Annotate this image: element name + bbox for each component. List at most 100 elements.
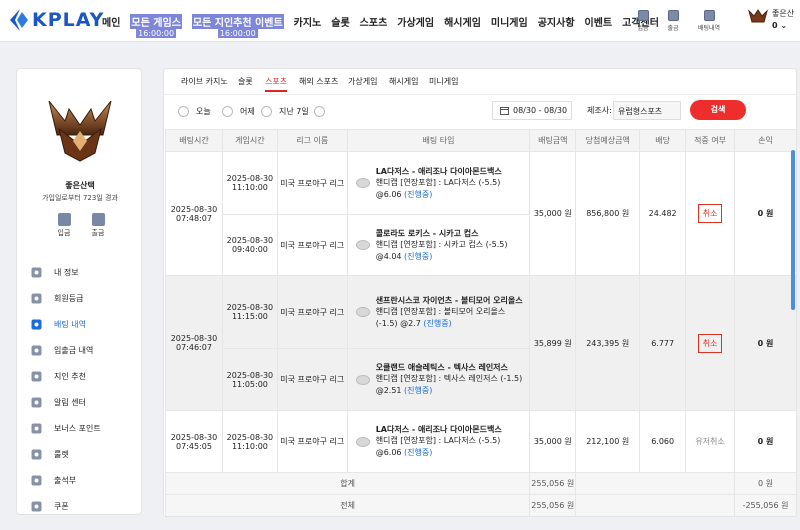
- attendance-icon: [31, 475, 42, 486]
- game-time: 2025-08-30 11:10:00: [221, 410, 278, 473]
- sidebar-item-3[interactable]: 입출금 내역: [31, 337, 101, 363]
- game-time: 2025-08-30 11:15:00: [221, 275, 278, 349]
- league-name: 미국 프로야구 리그: [276, 348, 348, 411]
- nav-item-9[interactable]: 공지사항: [538, 14, 575, 29]
- withdraw-label: 출금: [667, 25, 679, 32]
- total-profit: -255,056 원: [734, 494, 796, 516]
- hit-status: 취소: [685, 275, 736, 411]
- coupon-icon: [31, 501, 42, 512]
- column-header: 배팅시간: [165, 129, 223, 152]
- sidebar-menu: 내 정보 회원등급 배팅 내역입출금 내역지인 추천알림 센터 보너스 포인트룰렛출석…: [31, 259, 101, 519]
- sidebar-username: 좋은산택: [65, 181, 95, 190]
- nav-item-label: 카지노: [293, 18, 322, 29]
- bet-type: 샌프란시스코 자이언츠 - 볼티모어 오리올스 핸디캡 [연장포함] : 볼티모어…: [346, 275, 531, 349]
- filter-yesterday[interactable]: 어제: [222, 106, 255, 117]
- nav-item-timer: 16:00:00: [136, 29, 177, 38]
- sidebar-item-0[interactable]: 내 정보: [31, 259, 101, 285]
- grade-icon: [31, 293, 42, 304]
- user-name: 좋은산: [772, 9, 795, 18]
- tab-2[interactable]: 스포츠: [265, 76, 288, 92]
- nav-item-label: 미니게임: [490, 18, 528, 29]
- bet-type: LA다저스 - 애리조나 다이아몬드백스 핸디캡 [연장포함] : LA다저스 (…: [346, 410, 531, 473]
- sidebar-item-1[interactable]: 회원등급: [31, 285, 101, 311]
- nav-item-1[interactable]: 모든 게임스 16:00:00: [130, 14, 182, 38]
- user-balance: 0: [772, 21, 778, 30]
- filter-yesterday-label: 어제: [240, 107, 255, 116]
- main-nav: 메인 모든 게임스 16:00:00 모든 지인추천 이벤트 16:00:00 카지노 슬롯…: [102, 14, 669, 38]
- match-name: 오클랜드 애슬레틱스 - 텍사스 레인저스: [375, 363, 508, 372]
- history-header-button[interactable]: 배팅내역: [694, 10, 724, 32]
- tab-5[interactable]: 해시게임: [389, 76, 418, 87]
- nav-item-label: 모든 지인추천 이벤트: [192, 18, 283, 29]
- tab-6[interactable]: 미니게임: [429, 76, 458, 87]
- sidebar-item-7[interactable]: 룰렛: [31, 441, 101, 467]
- bet-type: LA다저스 - 애리조나 다이아몬드백스 핸디캡 [연장포함] : LA다저스 (…: [346, 151, 531, 215]
- radio-icon: [261, 106, 272, 117]
- match-name: LA다저스 - 애리조나 다이아몬드백스: [375, 425, 502, 434]
- date-range-picker[interactable]: 08/30 - 08/30: [492, 101, 572, 120]
- maker-select[interactable]: 유럽형스포츠: [613, 101, 681, 120]
- nav-item-2[interactable]: 모든 지인추천 이벤트 16:00:00: [191, 14, 284, 38]
- baseball-icon: [355, 307, 370, 317]
- tab-1[interactable]: 슬롯: [238, 76, 253, 87]
- filter-custom[interactable]: [314, 106, 332, 117]
- cancel-button[interactable]: 취소: [697, 333, 723, 353]
- filter-week-label: 지난 7일: [279, 107, 309, 116]
- nav-item-label: 메인: [102, 18, 121, 29]
- bet-type: 콜로라도 로키스 - 시카고 컵스 핸디캡 [연장포함] : 시카고 컵스 (-5…: [346, 214, 531, 276]
- scrollbar[interactable]: [791, 150, 795, 310]
- sidebar-item-label: 룰렛: [54, 449, 69, 459]
- sidebar-item-8[interactable]: 출석부: [31, 467, 101, 493]
- sidebar-item-label: 입출금 내역: [54, 345, 94, 355]
- filter-week[interactable]: 지난 7일: [261, 106, 309, 117]
- withdraw-icon: [667, 10, 679, 21]
- column-header: 배당: [639, 129, 687, 152]
- cancel-button[interactable]: 취소: [697, 204, 723, 223]
- tab-3[interactable]: 해외 스포츠: [299, 76, 338, 87]
- match-name: LA다저스 - 애리조나 다이아몬드백스: [375, 166, 502, 176]
- bell-icon: [31, 397, 42, 408]
- nav-item-5[interactable]: 스포츠: [360, 14, 388, 29]
- sidebar-withdraw-button[interactable]: 출금: [83, 213, 113, 238]
- withdraw-header-button[interactable]: 출금: [660, 10, 686, 32]
- nav-item-8[interactable]: 미니게임: [491, 14, 528, 29]
- column-header: 게임시간: [221, 129, 278, 152]
- sidebar-item-2[interactable]: 배팅 내역: [31, 311, 101, 337]
- tab-4[interactable]: 가상게임: [348, 76, 377, 87]
- odds: 6.777: [639, 275, 687, 411]
- nav-item-label: 이벤트: [584, 18, 613, 29]
- date-range-value: 08/30 - 08/30: [513, 106, 568, 115]
- expected-win: 856,800 원: [575, 151, 641, 276]
- sidebar-item-9[interactable]: 쿠폰: [31, 493, 101, 519]
- sidebar-item-6[interactable]: 보너스 포인트: [31, 415, 101, 441]
- sidebar-item-4[interactable]: 지인 추천: [31, 363, 101, 389]
- deposit-header-button[interactable]: 입금: [630, 10, 656, 32]
- sidebar-item-5[interactable]: 알림 센터: [31, 389, 101, 415]
- search-button[interactable]: 검색: [690, 100, 746, 120]
- table-row: 2025-08-30 07:48:07 2025-08-30 11:10:00 미국…: [165, 151, 796, 276]
- sidebar-join-days: 가입일로부터 723일 경과: [42, 194, 118, 202]
- deposit-icon: [57, 213, 71, 226]
- bet-time: 2025-08-30 07:48:07: [165, 151, 223, 276]
- tab-0[interactable]: 라이브 카지노: [181, 76, 228, 87]
- logo[interactable]: KPLAY: [8, 8, 104, 32]
- sidebar-item-label: 출석부: [54, 475, 77, 485]
- nav-item-6[interactable]: 가상게임: [397, 14, 434, 29]
- nav-item-3[interactable]: 카지노: [294, 14, 322, 29]
- bet-detail: 핸디캡 [연장포함] : 시카고 컵스 (-5.5) @4.04: [375, 239, 508, 261]
- table-header-row: 배팅시간 게임시간 리그 이름 배팅 타입 배팅금액 당첨예상금액 배당 적중 여부 손익: [165, 129, 796, 152]
- bet-time: 2025-08-30 07:46:07: [165, 275, 223, 411]
- sidebar-deposit-button[interactable]: 입금: [49, 213, 79, 238]
- nav-item-10[interactable]: 이벤트: [585, 14, 613, 29]
- sidebar-item-label: 지인 추천: [54, 371, 86, 381]
- filter-today[interactable]: 오늘: [178, 106, 211, 117]
- total-amount: 255,056 원: [529, 472, 577, 495]
- history-label: 배팅내역: [697, 25, 721, 32]
- user-info[interactable]: 좋은산 0 ⌄: [748, 8, 794, 32]
- nav-item-4[interactable]: 슬롯: [331, 14, 349, 29]
- total-row: 합계 255,056 원 0 원: [164, 472, 796, 495]
- column-header: 배팅금액: [529, 129, 577, 152]
- nav-item-0[interactable]: 메인: [102, 14, 120, 29]
- odds: 6.060: [639, 410, 687, 473]
- nav-item-7[interactable]: 해시게임: [444, 14, 481, 29]
